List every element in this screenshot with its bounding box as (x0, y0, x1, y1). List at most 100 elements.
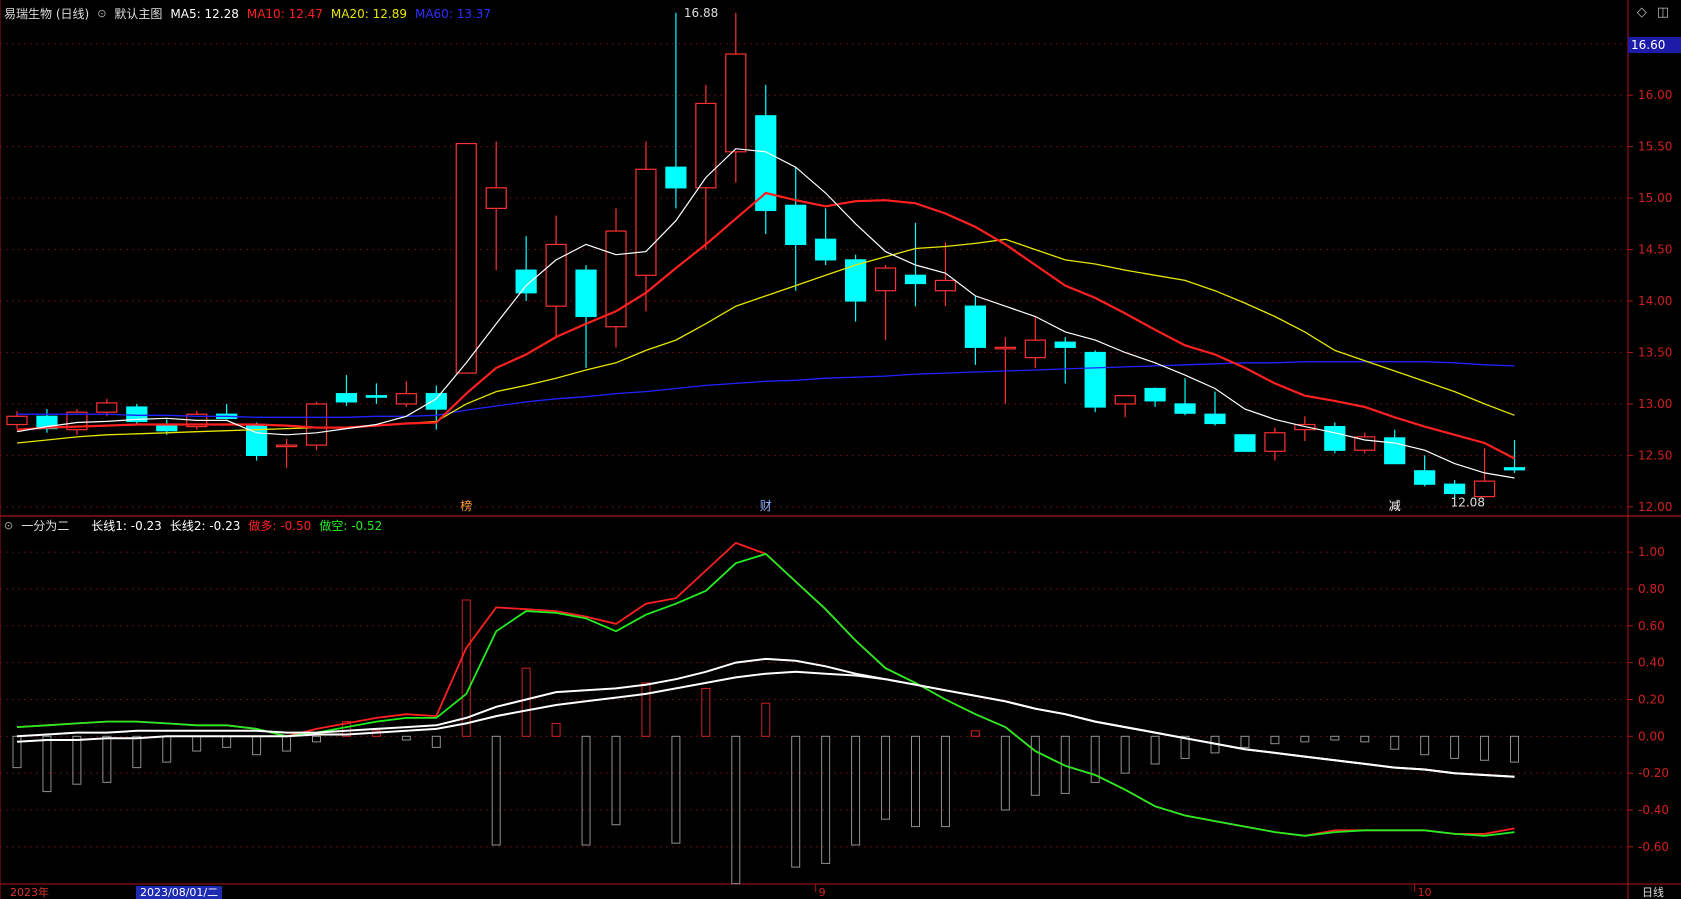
histogram-bar (162, 735, 172, 763)
candle-body (874, 267, 897, 292)
date-cursor-label: 2023/08/01/二 (136, 886, 223, 899)
histogram-bar (132, 735, 142, 769)
bear-line (16, 552, 1515, 837)
y-tick-label: 0.80 (1638, 582, 1665, 596)
event-marker: 减 (1389, 499, 1401, 513)
stock-title[interactable]: 易瑞生物 (日线) (4, 5, 89, 22)
high-price-label: 16.88 (684, 6, 718, 20)
histogram-bar (312, 735, 321, 743)
histogram-bar (1390, 735, 1400, 750)
bull-readout: 做多: -0.50 (248, 519, 312, 533)
y-tick-label: -0.40 (1638, 803, 1669, 817)
candle-body (1204, 413, 1226, 425)
histogram-bar (102, 735, 112, 783)
histogram-bar (791, 735, 801, 868)
candle-body (305, 403, 328, 446)
histogram-bar (851, 735, 861, 846)
candle-body (485, 187, 507, 209)
candle-body (665, 166, 687, 189)
window-icon[interactable]: ◫ (1657, 5, 1669, 20)
candle-body (96, 402, 118, 413)
y-tick-label: 13.00 (1638, 397, 1672, 411)
histogram-bar (641, 682, 651, 737)
collapse-icon[interactable]: ⊙ (4, 519, 13, 532)
histogram-bar (521, 667, 531, 737)
candle-body (275, 444, 298, 448)
y-tick-label: 1.00 (1638, 545, 1665, 559)
histogram-bar (940, 735, 950, 828)
y-tick-label: 14.50 (1638, 243, 1672, 257)
candle-body (994, 346, 1016, 350)
candle-body (725, 53, 747, 153)
ma5-readout: MA5: 12.28 (170, 6, 239, 21)
histogram-bar (581, 735, 591, 846)
histogram-bar (72, 735, 82, 785)
candle-body (1144, 387, 1166, 402)
candle-body (815, 238, 837, 261)
y-tick-label: 15.00 (1638, 191, 1672, 205)
candle-body (1174, 403, 1196, 414)
stock-chart[interactable]: 12.00 12.50 13.00 13.50 14.00 14.50 15.00 15.50… (0, 0, 1681, 899)
histogram-bar (222, 735, 232, 748)
candle-body (455, 142, 477, 374)
candle-body (755, 115, 777, 212)
y-tick-label: 0.40 (1638, 656, 1665, 670)
histogram-bar (701, 687, 711, 737)
candle-body (1024, 339, 1046, 359)
histogram-bar (970, 730, 980, 737)
histogram-bar (1510, 735, 1519, 763)
y-tick-label: 12.50 (1638, 448, 1672, 462)
low-price-label: 12.08 (1451, 496, 1485, 510)
histogram-bar (1480, 735, 1490, 761)
histogram-bar (1330, 735, 1340, 741)
histogram-bar (821, 735, 831, 864)
candle-body (785, 204, 807, 246)
histogram-bar (1120, 735, 1130, 774)
candle-body (515, 269, 537, 294)
candle-body (904, 274, 927, 285)
histogram-bar (192, 735, 202, 752)
long2-readout: 长线2: -0.23 (169, 519, 241, 533)
ma20-readout: MA20: 12.89 (330, 6, 407, 21)
candle-body (335, 393, 358, 403)
template-name[interactable]: 默认主图 (114, 5, 162, 22)
diamond-icon[interactable]: ◇ (1637, 5, 1647, 20)
ma10-readout: MA10: 12.47 (246, 6, 323, 21)
x-tick-label: 9 (819, 886, 826, 899)
sub-chart-header: ⊙ 一分为二 长线1: -0.23 长线2: -0.23 做多: -0.50 做… (4, 517, 382, 534)
long2-line (16, 670, 1515, 778)
histogram-bar (1300, 735, 1310, 743)
histogram-bar (761, 702, 771, 737)
candle-body (575, 269, 597, 318)
window-controls: ◇ ◫ (1637, 5, 1669, 20)
collapse-icon[interactable]: ⊙ (97, 7, 106, 20)
ma60-readout: MA60: 13.37 (414, 6, 492, 21)
candle-body (425, 393, 447, 410)
indicator-name[interactable]: 一分为二 (21, 517, 69, 534)
main-chart-header: 易瑞生物 (日线) ⊙ 默认主图 MA5: 12.28 MA10: 12.47 … (4, 5, 491, 22)
candle-body (695, 102, 717, 189)
candle-body (1473, 480, 1496, 498)
histogram-bar (671, 735, 681, 844)
histogram-bar (911, 735, 920, 828)
candle-body (395, 393, 417, 405)
candle-body (1414, 470, 1436, 485)
event-marker: 财 (760, 499, 772, 513)
long1-readout: 长线1: -0.23 (91, 519, 162, 533)
candle-body (1234, 434, 1256, 452)
candle-body (1503, 467, 1526, 471)
bear-readout: 做空: -0.52 (319, 519, 383, 533)
period-label[interactable]: 日线 (1642, 886, 1664, 899)
y-tick-label: 15.50 (1638, 140, 1672, 154)
candle-body (1084, 351, 1106, 408)
candle-body (6, 415, 28, 426)
histogram-bar (282, 735, 292, 752)
candle-body (545, 243, 567, 307)
candle-body (1264, 432, 1286, 452)
y-tick-label: 16.00 (1638, 88, 1672, 102)
year-label: 2023年 (10, 886, 49, 899)
candle-body (365, 395, 387, 398)
y-tick-label: 12.00 (1638, 500, 1672, 514)
y-tick-label: -0.60 (1638, 840, 1669, 854)
y-tick-label: 14.00 (1638, 294, 1672, 308)
